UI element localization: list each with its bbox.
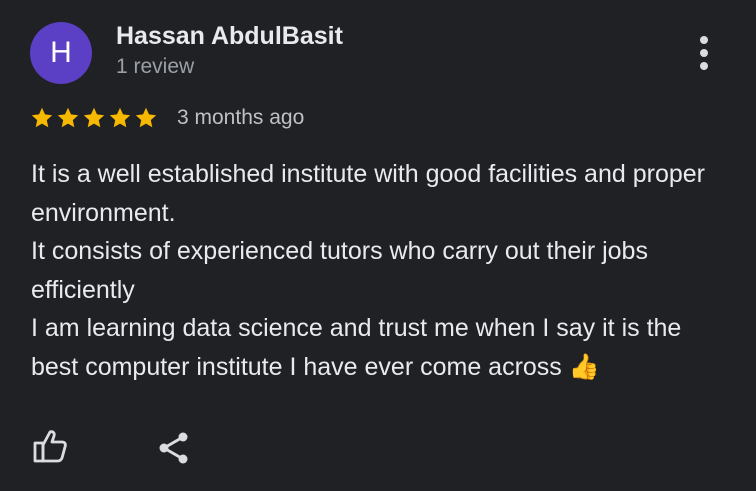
review-line: It consists of experienced tutors who ca… (31, 237, 648, 304)
thumbs-up-outline-icon[interactable] (30, 426, 70, 466)
star-rating (30, 106, 158, 130)
review-count: 1 review (116, 55, 195, 78)
review-time: 3 months ago (177, 106, 305, 129)
star-icon (57, 107, 79, 128)
share-icon[interactable] (156, 430, 192, 466)
star-icon (83, 107, 105, 128)
more-vertical-icon[interactable] (694, 36, 714, 70)
thumbs-up-emoji: 👍 (568, 352, 600, 381)
avatar-initial: H (50, 36, 72, 69)
review-line: It is a well established institute with … (31, 160, 705, 227)
star-icon (31, 107, 53, 128)
review-text: It is a well established institute with … (31, 155, 731, 386)
reviewer-name[interactable]: Hassan AbdulBasit (116, 22, 343, 51)
review-line: I am learning data science and trust me … (31, 314, 682, 381)
avatar[interactable]: H (30, 22, 92, 84)
star-icon (135, 107, 157, 128)
star-icon (109, 107, 131, 128)
